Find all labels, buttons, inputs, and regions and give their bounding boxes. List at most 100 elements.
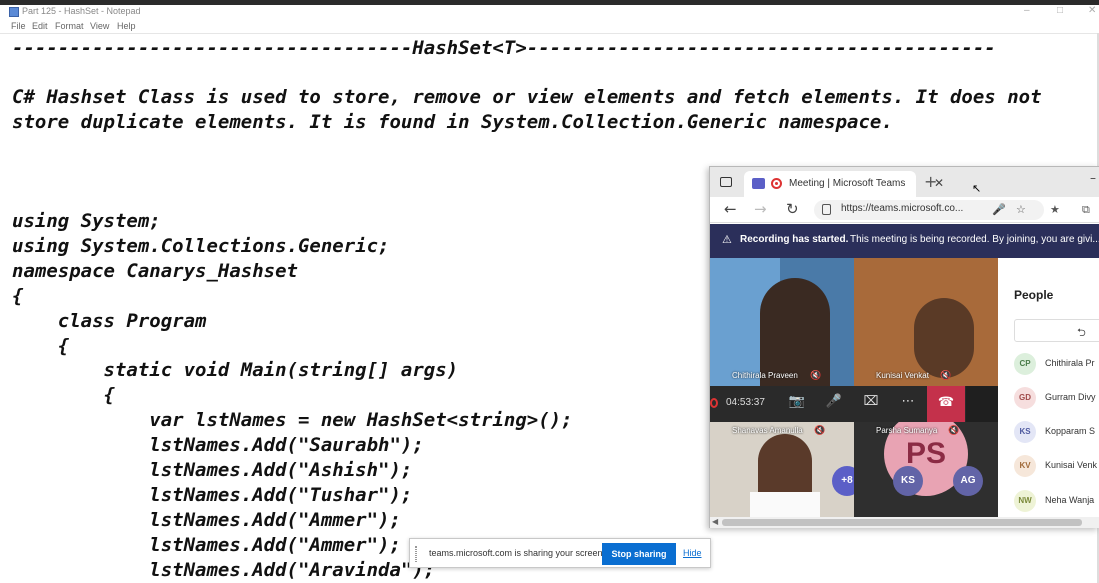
code-line: -----------------------------------HashS… bbox=[12, 37, 996, 59]
more-actions-button[interactable]: ⋯ bbox=[897, 394, 919, 414]
more-participants-badge[interactable]: +8 bbox=[832, 466, 854, 496]
people-list-item[interactable]: KS Kopparam S bbox=[1014, 421, 1099, 443]
url-text: https://teams.microsoft.co... bbox=[841, 203, 964, 214]
share-tray-button[interactable]: ⌧ bbox=[860, 394, 882, 414]
people-list-item[interactable]: CP Chithirala Pr bbox=[1014, 353, 1099, 375]
address-bar: ← → ↻ https://teams.microsoft.co... 🎤 ☆ … bbox=[710, 197, 1099, 223]
scroll-left-icon[interactable]: ◀ bbox=[712, 517, 718, 526]
share-icon[interactable]: ⮌ bbox=[1077, 324, 1086, 343]
code-line: static void Main(string[] args) bbox=[12, 359, 459, 381]
mic-off-icon: 🔇 bbox=[810, 371, 822, 381]
code-line: lstNames.Add("Aravinda"); bbox=[12, 559, 436, 581]
recording-banner: ⚠ Recording has started. This meeting is… bbox=[710, 224, 1099, 258]
people-panel: People ⮌ CP Chithirala Pr GD Gurram Divy… bbox=[998, 258, 1099, 517]
recording-title: Recording has started. bbox=[740, 234, 849, 245]
microphone-icon[interactable]: 🎤 bbox=[992, 203, 1006, 216]
notepad-titlebar: Part 125 - HashSet - Notepad – □ ✕ bbox=[0, 5, 1099, 20]
video-tile: Kunisai Venkat 🔇 bbox=[854, 258, 998, 386]
code-line: lstNames.Add("Ammer"); bbox=[12, 509, 401, 531]
person-avatar: KV bbox=[1014, 455, 1036, 477]
mic-off-icon: 🔇 bbox=[940, 371, 952, 381]
person-name: Gurram Divy bbox=[1045, 392, 1096, 402]
video-tile: PS Parsha Sumanya 🔇 KS AG bbox=[854, 422, 998, 517]
mic-off-icon: 🔇 bbox=[814, 426, 826, 436]
favorites-bar-icon[interactable]: ★ bbox=[1050, 203, 1060, 216]
stop-sharing-button[interactable]: Stop sharing bbox=[602, 543, 676, 565]
person-avatar: KS bbox=[1014, 421, 1036, 443]
code-line: lstNames.Add("Ammer"); bbox=[12, 534, 401, 556]
code-line: { bbox=[12, 384, 115, 406]
code-line: store duplicate elements. It is found in… bbox=[12, 111, 893, 133]
code-line: lstNames.Add("Saurabh"); bbox=[12, 434, 424, 456]
recording-indicator-icon bbox=[771, 178, 782, 189]
person-name: Kopparam S bbox=[1045, 426, 1096, 436]
mouse-cursor-icon: ↖ bbox=[972, 182, 982, 195]
hang-up-button[interactable]: ☎ bbox=[927, 386, 965, 422]
new-tab-button[interactable]: + bbox=[924, 172, 937, 191]
code-line: using System.Collections.Generic; bbox=[12, 235, 390, 257]
url-field[interactable]: https://teams.microsoft.co... bbox=[814, 200, 1044, 220]
lock-icon bbox=[822, 204, 831, 215]
call-controls: 04:53:37 📷 🎤 ⌧ ⋯ ☎ bbox=[710, 386, 966, 422]
drag-handle[interactable] bbox=[415, 546, 417, 562]
tab-strip: Meeting | Microsoft Teams ✕ + ↖ – bbox=[710, 167, 1099, 197]
video-stage: Chithirala Praveen 🔇 Kunisai Venkat 🔇 04… bbox=[710, 258, 998, 517]
code-line: lstNames.Add("Ashish"); bbox=[12, 459, 413, 481]
share-invite-box[interactable]: ⮌ bbox=[1014, 319, 1099, 342]
participant-name: Parsha Sumanya bbox=[876, 426, 938, 435]
teams-logo-icon bbox=[752, 178, 765, 189]
minimize-button[interactable]: – bbox=[1024, 5, 1030, 16]
participant-name: Kunisai Venkat bbox=[876, 371, 929, 380]
warning-icon: ⚠ bbox=[722, 233, 732, 246]
refresh-button[interactable]: ↻ bbox=[786, 200, 799, 218]
participant-name: Chithirala Praveen bbox=[732, 371, 798, 380]
maximize-button[interactable]: □ bbox=[1057, 5, 1063, 16]
code-line: var lstNames = new HashSet<string>(); bbox=[12, 409, 573, 431]
tab-meeting[interactable]: Meeting | Microsoft Teams ✕ bbox=[744, 171, 944, 197]
horizontal-scrollbar[interactable]: ◀ bbox=[710, 517, 1099, 528]
tab-title: Meeting | Microsoft Teams bbox=[789, 178, 906, 189]
person-name: Chithirala Pr bbox=[1045, 358, 1095, 368]
video-tile: Shanavas Amanulla 🔇 +8 bbox=[710, 422, 854, 517]
mic-off-icon: 🔇 bbox=[948, 426, 960, 436]
code-line: { bbox=[12, 285, 24, 307]
menu-format[interactable]: Format bbox=[55, 21, 84, 31]
call-timer: 04:53:37 bbox=[726, 397, 765, 408]
code-line: class Program bbox=[12, 310, 207, 332]
people-title: People bbox=[1014, 288, 1054, 302]
code-line: using System; bbox=[12, 210, 161, 232]
menu-bar: File Edit Format View Help bbox=[0, 20, 1099, 33]
participant-avatar: AG bbox=[953, 466, 983, 496]
video-tile: Chithirala Praveen 🔇 bbox=[710, 258, 854, 386]
hide-link[interactable]: Hide bbox=[683, 548, 702, 558]
browser-minimize-button[interactable]: – bbox=[1090, 171, 1096, 185]
collections-icon[interactable]: ⧉ bbox=[1082, 203, 1090, 217]
menu-file[interactable]: File bbox=[11, 21, 26, 31]
back-button[interactable]: ← bbox=[724, 200, 737, 218]
code-line: lstNames.Add("Tushar"); bbox=[12, 484, 413, 506]
camera-off-button[interactable]: 📷 bbox=[786, 394, 808, 414]
people-list-item[interactable]: KV Kunisai Venk bbox=[1014, 455, 1099, 477]
recording-icon bbox=[710, 398, 718, 408]
menu-view[interactable]: View bbox=[90, 21, 109, 31]
scrollbar-thumb[interactable] bbox=[722, 519, 1082, 526]
participant-avatar: KS bbox=[893, 466, 923, 496]
code-line: { bbox=[12, 335, 70, 357]
participant-name: Shanavas Amanulla bbox=[732, 426, 803, 435]
screen-sharing-bar: teams.microsoft.com is sharing your scre… bbox=[409, 538, 711, 568]
teams-browser-window: Meeting | Microsoft Teams ✕ + ↖ – ← → ↻ … bbox=[709, 166, 1099, 528]
forward-button[interactable]: → bbox=[754, 200, 767, 218]
menu-edit[interactable]: Edit bbox=[32, 21, 48, 31]
people-list-item[interactable]: NW Neha Wanja bbox=[1014, 490, 1099, 512]
favorite-icon[interactable]: ☆ bbox=[1016, 203, 1026, 216]
menu-help[interactable]: Help bbox=[117, 21, 136, 31]
person-avatar: GD bbox=[1014, 387, 1036, 409]
people-list-item[interactable]: GD Gurram Divy bbox=[1014, 387, 1099, 409]
tab-actions-icon[interactable] bbox=[720, 177, 732, 187]
person-avatar: CP bbox=[1014, 353, 1036, 375]
person-name: Neha Wanja bbox=[1045, 495, 1095, 505]
microphone-button[interactable]: 🎤 bbox=[823, 394, 845, 414]
sharing-message: teams.microsoft.com is sharing your scre… bbox=[429, 548, 606, 558]
close-button[interactable]: ✕ bbox=[1088, 5, 1096, 16]
code-line: C# Hashset Class is used to store, remov… bbox=[12, 86, 1042, 108]
